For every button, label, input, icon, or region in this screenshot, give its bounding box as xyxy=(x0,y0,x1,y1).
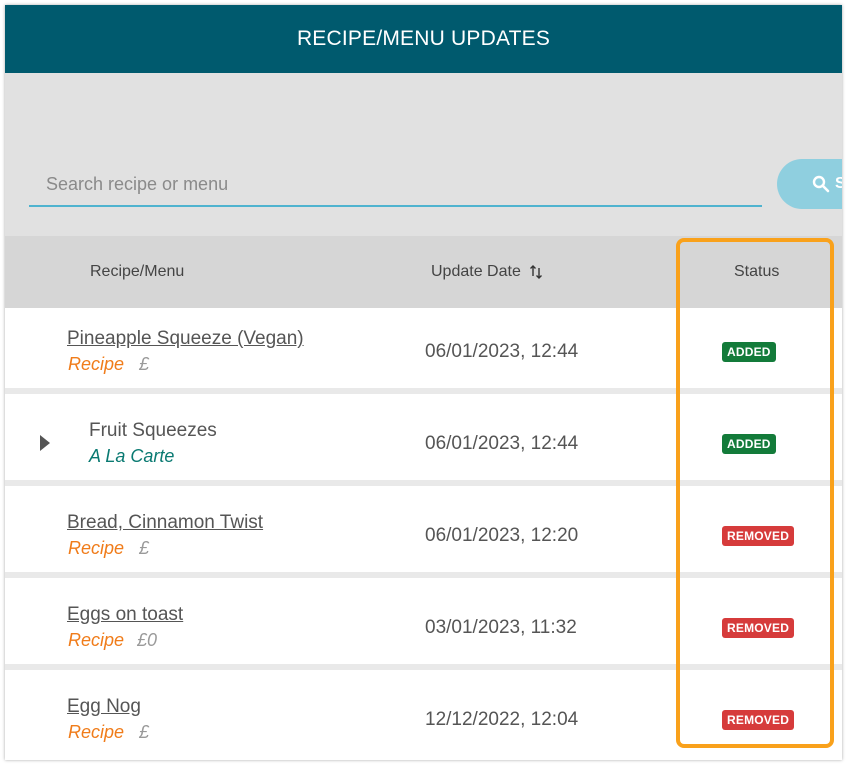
recipe-name-link[interactable]: Bread, Cinnamon Twist xyxy=(67,512,263,534)
column-header-recipe: Recipe/Menu xyxy=(90,263,185,280)
search-input[interactable] xyxy=(29,163,762,207)
search-area: S xyxy=(5,73,842,236)
status-badge: ADDED xyxy=(722,342,776,362)
table-row: Fruit Squeezes A La Carte 06/01/2023, 12… xyxy=(5,400,842,486)
item-type: Recipe xyxy=(68,354,125,374)
item-type: Recipe xyxy=(68,630,125,650)
app-window: RECIPE/MENU UPDATES S Recipe/Menu Update… xyxy=(5,5,842,760)
column-header-status: Status xyxy=(734,263,780,280)
recipe-name-link[interactable]: Egg Nog xyxy=(67,696,141,718)
update-date: 06/01/2023, 12:44 xyxy=(425,341,579,362)
table-row: Eggs on toast Recipe £0 03/01/2023, 11:3… xyxy=(5,584,842,670)
item-price: £ xyxy=(139,722,150,742)
page-title: RECIPE/MENU UPDATES xyxy=(5,5,842,73)
status-badge: REMOVED xyxy=(722,526,795,546)
table-row: Egg Nog Recipe £ 12/12/2022, 12:04 REMOV… xyxy=(5,676,842,760)
status-badge: REMOVED xyxy=(722,710,795,730)
recipe-name-link[interactable]: Eggs on toast xyxy=(67,604,183,626)
item-price: £ xyxy=(139,354,150,374)
table-row: Pineapple Squeeze (Vegan) Recipe £ 06/01… xyxy=(5,308,842,394)
column-header-update-date[interactable]: Update Date xyxy=(431,236,543,308)
item-price: £0 xyxy=(137,630,158,650)
update-date: 06/01/2023, 12:44 xyxy=(425,433,579,454)
search-icon xyxy=(812,175,830,193)
caret-right-icon[interactable] xyxy=(39,434,51,452)
table-row: Bread, Cinnamon Twist Recipe £ 06/01/202… xyxy=(5,492,842,578)
status-badge: REMOVED xyxy=(722,618,795,638)
update-date: 03/01/2023, 11:32 xyxy=(425,617,577,638)
item-type: Recipe xyxy=(68,722,125,742)
update-date: 12/12/2022, 12:04 xyxy=(425,709,579,730)
menu-name: Fruit Squeezes xyxy=(89,420,217,441)
update-date: 06/01/2023, 12:20 xyxy=(425,525,579,546)
search-button[interactable]: S xyxy=(777,159,842,209)
sort-icon[interactable] xyxy=(529,264,543,280)
search-button-label: S xyxy=(835,175,842,192)
recipe-name-link[interactable]: Pineapple Squeeze (Vegan) xyxy=(67,328,304,350)
table-header: Recipe/Menu Update Date Status xyxy=(5,236,842,308)
item-type: Recipe xyxy=(68,538,125,558)
item-price: £ xyxy=(139,538,150,558)
item-type: A La Carte xyxy=(89,446,175,466)
status-badge: ADDED xyxy=(722,434,776,454)
column-header-update-date-label: Update Date xyxy=(431,263,521,280)
